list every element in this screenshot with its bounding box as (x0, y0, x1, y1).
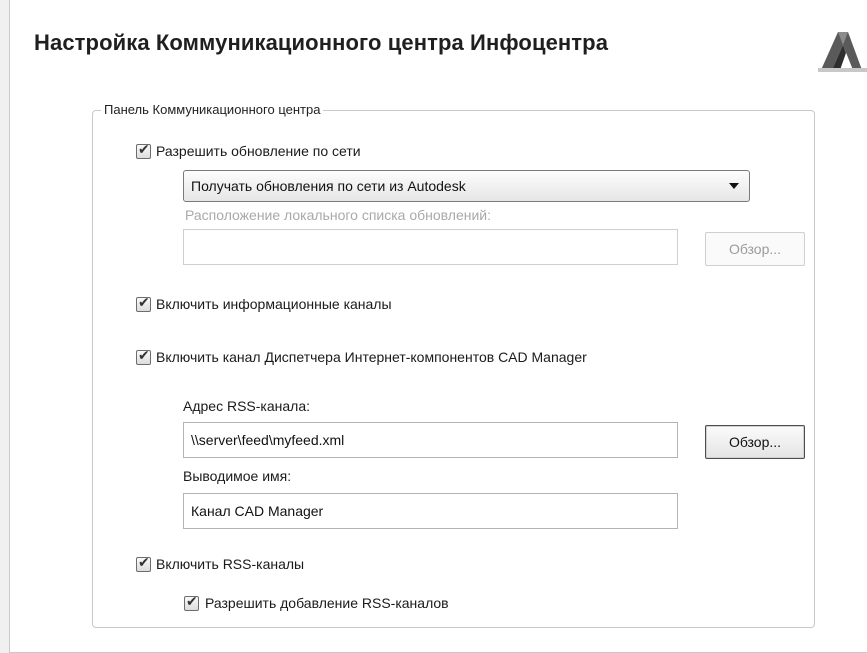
allow-add-rss-label[interactable]: Разрешить добавление RSS-каналов (205, 595, 449, 611)
display-name-input[interactable]: Канал CAD Manager (183, 493, 678, 529)
update-source-select[interactable]: Получать обновления по сети из Autodesk (183, 170, 750, 202)
info-channels-label[interactable]: Включить информационные каналы (156, 296, 392, 312)
rss-address-input[interactable]: \\server\feed\myfeed.xml (183, 422, 678, 458)
allow-network-update-label[interactable]: Разрешить обновление по сети (156, 143, 361, 159)
rss-address-label: Адрес RSS-канала: (183, 398, 310, 414)
allow-add-rss-checkbox[interactable] (184, 594, 199, 611)
chevron-down-icon (729, 183, 739, 189)
display-name-label: Выводимое имя: (183, 468, 292, 484)
dialog-title: Настройка Коммуникационного центра Инфоц… (34, 30, 609, 55)
cad-manager-channel-checkbox[interactable] (136, 348, 151, 365)
rss-address-value: \\server\feed\myfeed.xml (191, 432, 345, 448)
local-list-input[interactable] (183, 229, 678, 265)
cad-manager-channel-label[interactable]: Включить канал Диспетчера Интернет-компо… (156, 349, 587, 365)
rss-address-browse-button[interactable]: Обзор... (705, 425, 805, 459)
local-list-browse-button[interactable]: Обзор... (705, 232, 805, 266)
group-label: Панель Коммуникационного центра (101, 102, 324, 117)
update-source-value: Получать обновления по сети из Autodesk (191, 178, 466, 194)
rss-channels-label[interactable]: Включить RSS-каналы (156, 556, 304, 572)
local-list-label: Расположение локального списка обновлени… (185, 207, 492, 223)
allow-network-update-checkbox[interactable] (136, 142, 151, 159)
rss-channels-checkbox[interactable] (136, 555, 151, 572)
display-name-value: Канал CAD Manager (191, 503, 324, 519)
info-channels-checkbox[interactable] (136, 295, 151, 312)
autocad-logo-icon (818, 28, 867, 72)
